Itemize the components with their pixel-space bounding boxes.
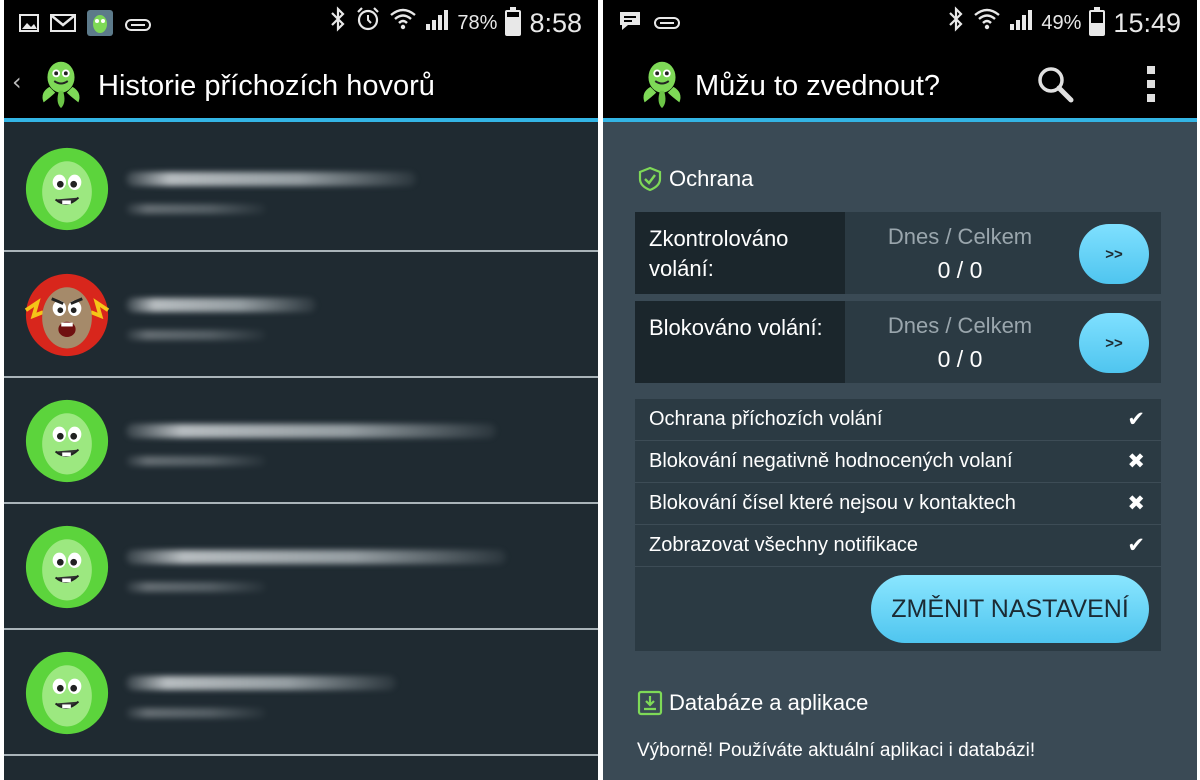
setting-row-notifications[interactable]: Zobrazovat všechny notifikace ✔ bbox=[635, 525, 1161, 567]
checked-calls-box: Zkontrolováno volání: Dnes / Celkem 0 / … bbox=[635, 212, 1161, 294]
setting-row-incoming-protection[interactable]: Ochrana příchozích volání ✔ bbox=[635, 399, 1161, 441]
caller-name-redacted bbox=[126, 676, 396, 690]
red-angry-bean-avatar-icon bbox=[24, 273, 110, 357]
search-button[interactable] bbox=[1033, 62, 1077, 106]
green-bean-avatar-icon bbox=[25, 525, 109, 609]
call-details-redacted bbox=[126, 204, 266, 214]
stat-caption: Dnes / Celkem bbox=[887, 224, 1033, 249]
call-details-redacted bbox=[126, 456, 266, 466]
list-item[interactable] bbox=[4, 630, 598, 756]
back-chevron-icon[interactable]: ‹ bbox=[12, 68, 22, 96]
stat-caption: Dnes / Celkem bbox=[887, 313, 1033, 338]
battery-percent: 49% bbox=[1041, 12, 1082, 34]
change-settings-button[interactable]: ZMĚNIT NASTAVENÍ bbox=[871, 575, 1149, 643]
caller-name-redacted bbox=[126, 424, 496, 438]
picture-icon bbox=[18, 12, 40, 42]
usb-icon bbox=[124, 13, 152, 41]
caller-name-redacted bbox=[126, 298, 316, 312]
stat-label: Zkontrolováno volání: bbox=[635, 212, 845, 294]
check-icon: ✔ bbox=[1127, 407, 1145, 431]
setting-label: Blokování čísel které nejsou v kontaktec… bbox=[649, 492, 1016, 514]
call-details-redacted bbox=[126, 582, 266, 592]
gmail-icon bbox=[50, 12, 76, 42]
overflow-menu-button[interactable] bbox=[1129, 62, 1173, 106]
clock: 8:58 bbox=[529, 8, 582, 38]
battery-icon bbox=[1089, 7, 1106, 36]
page-title: Můžu to zvednout? bbox=[695, 70, 941, 102]
database-status-text: Výborně! Používáte aktuální aplikaci i d… bbox=[637, 740, 1036, 761]
action-bar: Můžu to zvednout? bbox=[603, 46, 1197, 122]
protection-heading: Ochrana bbox=[637, 166, 753, 192]
check-icon: ✔ bbox=[1127, 533, 1145, 557]
protection-settings-panel: Ochrana příchozích volání ✔ Blokování ne… bbox=[635, 399, 1161, 651]
list-item[interactable] bbox=[4, 126, 598, 252]
setting-label: Blokování negativně hodnocených volaní bbox=[649, 450, 1013, 472]
shield-check-icon bbox=[638, 166, 662, 192]
cross-icon: ✖ bbox=[1127, 491, 1145, 515]
stat-value: 0 / 0 bbox=[937, 257, 983, 283]
wifi-icon bbox=[973, 6, 1001, 40]
bluetooth-icon bbox=[329, 6, 347, 40]
call-history-list bbox=[4, 126, 598, 756]
setting-label: Zobrazovat všechny notifikace bbox=[649, 534, 919, 556]
battery-icon bbox=[505, 7, 522, 36]
signal-icon bbox=[1009, 7, 1033, 39]
left-phone-screen: 78% 8:58 ‹ Historie příchozích hovorů bbox=[4, 0, 598, 780]
protection-heading-text: Ochrana bbox=[669, 166, 754, 191]
right-phone-screen: 49% 15:49 Můžu to zvednout? Ochrana Zkon… bbox=[603, 0, 1197, 780]
green-bean-avatar-icon bbox=[25, 147, 109, 231]
app-logo-icon[interactable] bbox=[633, 54, 691, 112]
stat-value: 0 / 0 bbox=[937, 346, 983, 372]
call-details-redacted bbox=[126, 330, 266, 340]
action-bar: ‹ Historie příchozích hovorů bbox=[4, 46, 598, 122]
battery-percent: 78% bbox=[457, 12, 498, 34]
alarm-clock-icon bbox=[355, 6, 381, 40]
caller-name-redacted bbox=[126, 172, 416, 186]
bluetooth-icon bbox=[947, 6, 965, 40]
overflow-menu-icon bbox=[1147, 66, 1155, 102]
stat-label: Blokováno volání: bbox=[635, 301, 845, 383]
green-bean-avatar-icon bbox=[25, 651, 109, 735]
search-icon bbox=[1038, 67, 1074, 103]
list-item[interactable] bbox=[4, 504, 598, 630]
call-details-redacted bbox=[126, 708, 266, 718]
setting-row-block-unknown[interactable]: Blokování čísel které nejsou v kontaktec… bbox=[635, 483, 1161, 525]
database-heading-text: Databáze a aplikace bbox=[669, 690, 869, 715]
blocked-calls-box: Blokováno volání: Dnes / Celkem 0 / 0 >> bbox=[635, 301, 1161, 383]
status-bar: 78% 8:58 bbox=[4, 0, 598, 46]
app-icon bbox=[86, 9, 114, 45]
message-bubble-icon bbox=[617, 9, 643, 41]
green-bean-avatar-icon bbox=[25, 399, 109, 483]
signal-icon bbox=[425, 7, 449, 39]
wifi-icon bbox=[389, 6, 417, 40]
usb-icon bbox=[653, 11, 681, 39]
checked-calls-details-button[interactable]: >> bbox=[1079, 224, 1149, 284]
setting-label: Ochrana příchozích volání bbox=[649, 408, 883, 430]
setting-row-block-negative[interactable]: Blokování negativně hodnocených volaní ✖ bbox=[635, 441, 1161, 483]
caller-name-redacted bbox=[126, 550, 506, 564]
download-icon bbox=[637, 690, 663, 716]
cross-icon: ✖ bbox=[1127, 449, 1145, 473]
status-bar: 49% 15:49 bbox=[603, 0, 1197, 46]
list-item[interactable] bbox=[4, 378, 598, 504]
blocked-calls-details-button[interactable]: >> bbox=[1079, 313, 1149, 373]
app-logo-icon[interactable] bbox=[32, 54, 90, 112]
list-item[interactable] bbox=[4, 252, 598, 378]
page-title: Historie příchozích hovorů bbox=[98, 70, 435, 102]
clock: 15:49 bbox=[1113, 8, 1181, 38]
database-heading: Databáze a aplikace bbox=[637, 690, 868, 716]
